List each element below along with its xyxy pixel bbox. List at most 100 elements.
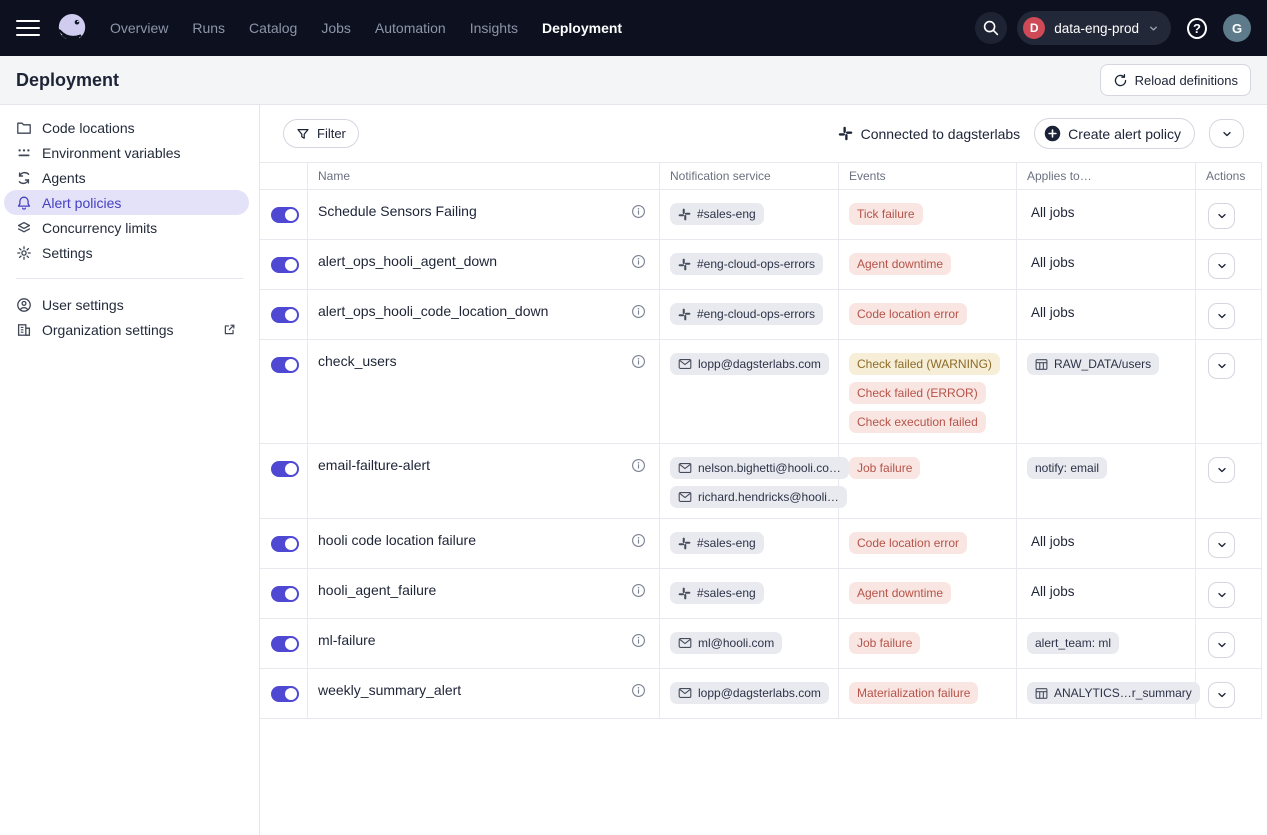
events-stack: Job failure — [849, 457, 1006, 479]
deployment-switcher[interactable]: D data-eng-prod — [1017, 11, 1171, 45]
applies-to-text: All jobs — [1031, 255, 1075, 270]
sidebar-item-agents[interactable]: Agents — [4, 165, 249, 190]
reload-definitions-button[interactable]: Reload definitions — [1100, 64, 1251, 96]
notification-label: #sales-eng — [697, 207, 756, 221]
search-button[interactable] — [975, 12, 1007, 44]
info-icon[interactable] — [631, 458, 646, 473]
notification-stack: lopp@dagsterlabs.com — [670, 353, 828, 375]
create-policy-menu-button[interactable] — [1209, 119, 1244, 148]
nav-item-runs[interactable]: Runs — [192, 20, 225, 36]
name-cell: check_users — [308, 340, 660, 443]
sidebar-item-organization-settings[interactable]: Organization settings — [4, 317, 249, 342]
info-icon[interactable] — [631, 683, 646, 698]
deployment-name: data-eng-prod — [1054, 21, 1139, 36]
policy-enabled-toggle[interactable] — [271, 357, 299, 373]
sidebar-item-label: Alert policies — [42, 195, 121, 211]
events-stack: Agent downtime — [849, 582, 1006, 604]
filter-button[interactable]: Filter — [283, 119, 359, 148]
filter-label: Filter — [317, 126, 346, 141]
nav-item-overview[interactable]: Overview — [110, 20, 168, 36]
policy-enabled-toggle[interactable] — [271, 257, 299, 273]
actions-cell — [1196, 290, 1262, 339]
policy-enabled-toggle[interactable] — [271, 686, 299, 702]
events-cell: Job failure — [839, 444, 1017, 518]
mail-icon — [678, 490, 692, 504]
info-icon[interactable] — [631, 583, 646, 598]
info-icon[interactable] — [631, 204, 646, 219]
row-actions-button[interactable] — [1208, 457, 1235, 483]
sidebar-item-settings[interactable]: Settings — [4, 240, 249, 265]
policy-enabled-toggle[interactable] — [271, 586, 299, 602]
applies-to-label: RAW_DATA/users — [1054, 357, 1151, 371]
info-icon[interactable] — [631, 633, 646, 648]
row-actions-button[interactable] — [1208, 253, 1235, 279]
table-row: ml-failureml@hooli.comJob failurealert_t… — [260, 619, 1262, 669]
mail-icon — [678, 686, 692, 700]
notification-label: #eng-cloud-ops-errors — [697, 257, 815, 271]
notification-cell: #sales-eng — [660, 569, 839, 618]
slack-icon — [678, 258, 691, 271]
row-actions-button[interactable] — [1208, 303, 1235, 329]
info-icon[interactable] — [631, 354, 646, 369]
notification-stack: lopp@dagsterlabs.com — [670, 682, 828, 704]
policy-enabled-toggle[interactable] — [271, 636, 299, 652]
connected-status: Connected to dagsterlabs — [838, 126, 1021, 142]
user-avatar[interactable]: G — [1223, 14, 1251, 42]
info-icon[interactable] — [631, 304, 646, 319]
sidebar-item-user-settings[interactable]: User settings — [4, 292, 249, 317]
nav-item-deployment[interactable]: Deployment — [542, 20, 622, 36]
layers-icon — [16, 220, 32, 236]
row-actions-button[interactable] — [1208, 353, 1235, 379]
row-actions-button[interactable] — [1208, 682, 1235, 708]
notification-cell: #sales-eng — [660, 190, 839, 239]
actions-cell — [1196, 340, 1262, 443]
nav-item-automation[interactable]: Automation — [375, 20, 446, 36]
page-header: Deployment Reload definitions — [0, 56, 1267, 105]
events-cell: Code location error — [839, 290, 1017, 339]
notification-cell: ml@hooli.com — [660, 619, 839, 668]
name-cell: Schedule Sensors Failing — [308, 190, 660, 239]
dagster-logo-icon[interactable] — [54, 10, 90, 46]
info-icon[interactable] — [631, 254, 646, 269]
events-cell: Agent downtime — [839, 240, 1017, 289]
policy-enabled-toggle[interactable] — [271, 307, 299, 323]
table-row: Schedule Sensors Failing#sales-engTick f… — [260, 190, 1262, 240]
row-actions-button[interactable] — [1208, 203, 1235, 229]
chevron-down-icon — [1216, 589, 1228, 601]
event-pill: Materialization failure — [849, 682, 978, 704]
toggle-knob — [285, 588, 297, 600]
help-button[interactable]: ? — [1181, 12, 1213, 44]
policy-enabled-toggle[interactable] — [271, 461, 299, 477]
row-actions-button[interactable] — [1208, 532, 1235, 558]
info-icon[interactable] — [631, 533, 646, 548]
policy-enabled-toggle[interactable] — [271, 536, 299, 552]
sidebar-item-code-locations[interactable]: Code locations — [4, 115, 249, 140]
policy-name: ml-failure — [318, 632, 376, 648]
row-actions-button[interactable] — [1208, 632, 1235, 658]
nav-item-jobs[interactable]: Jobs — [321, 20, 351, 36]
slack-icon — [678, 537, 691, 550]
alert-policies-table: Name Notification service Events Applies… — [260, 162, 1262, 719]
policy-enabled-toggle[interactable] — [271, 207, 299, 223]
sidebar-item-environment-variables[interactable]: Environment variables — [4, 140, 249, 165]
search-icon — [982, 19, 1000, 37]
applies-to-cell: notify: email — [1017, 444, 1196, 518]
sidebar-item-alert-policies[interactable]: Alert policies — [4, 190, 249, 215]
events-stack: Check failed (WARNING)Check failed (ERRO… — [849, 353, 1006, 433]
plus-circle-icon — [1044, 125, 1061, 142]
nav-item-insights[interactable]: Insights — [470, 20, 518, 36]
toggle-knob — [285, 688, 297, 700]
row-actions-button[interactable] — [1208, 582, 1235, 608]
notification-pill: ml@hooli.com — [670, 632, 782, 654]
nav-item-catalog[interactable]: Catalog — [249, 20, 297, 36]
menu-button[interactable] — [16, 20, 40, 37]
notification-cell: #eng-cloud-ops-errors — [660, 240, 839, 289]
create-alert-policy-label: Create alert policy — [1068, 126, 1181, 142]
applies-to-cell: All jobs — [1017, 290, 1196, 339]
applies-to-cell: All jobs — [1017, 519, 1196, 568]
create-alert-policy-button[interactable]: Create alert policy — [1034, 118, 1195, 149]
sidebar-item-concurrency-limits[interactable]: Concurrency limits — [4, 215, 249, 240]
name-cell: weekly_summary_alert — [308, 669, 660, 718]
notification-pill: #eng-cloud-ops-errors — [670, 303, 823, 325]
applies-to-text: All jobs — [1031, 584, 1075, 599]
